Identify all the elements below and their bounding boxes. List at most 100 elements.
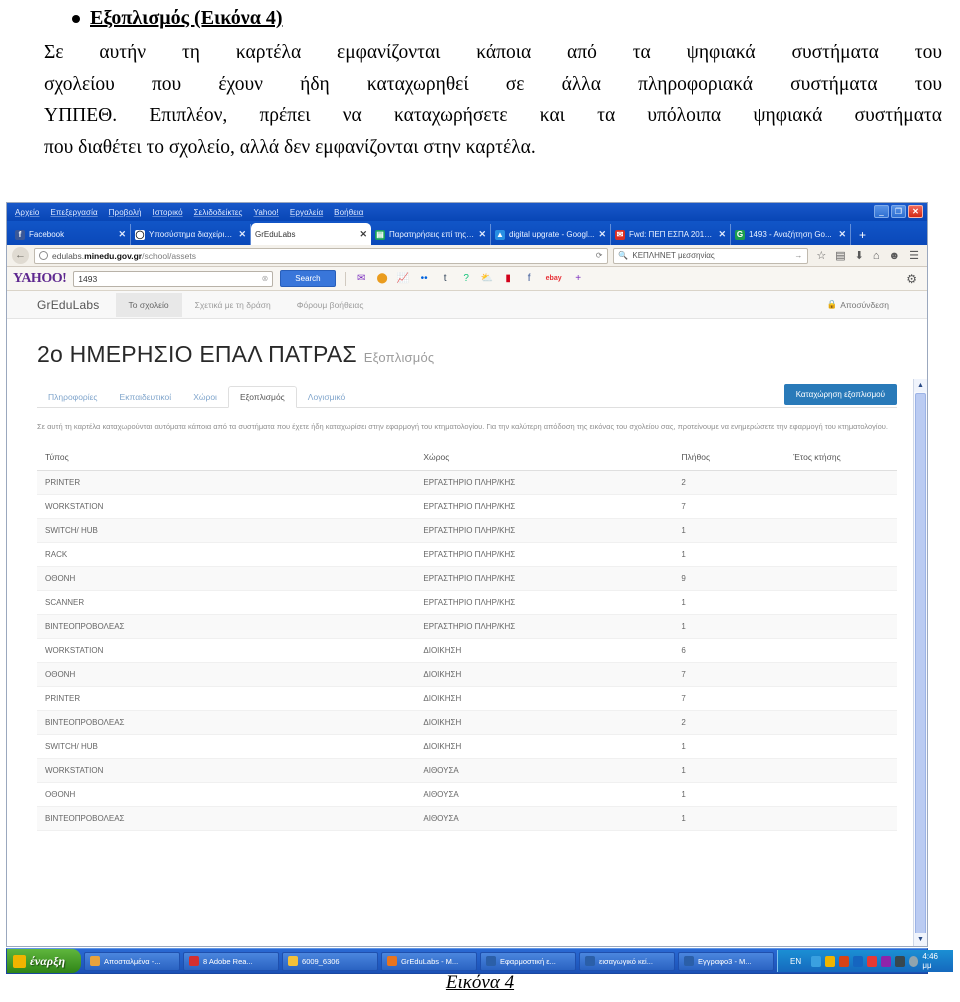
scrollbar-thumb[interactable] [915, 393, 926, 946]
download-icon[interactable]: ⬇ [855, 249, 864, 262]
menu-item-1[interactable]: Επεξεργασία [50, 208, 97, 217]
new-tab-button[interactable]: + [851, 225, 874, 245]
menu-item-7[interactable]: Βοήθεια [334, 208, 363, 217]
scroll-down-arrow-icon[interactable]: ▼ [914, 933, 927, 946]
table-row[interactable]: ΒΙΝΤΕΟΠΡΟΒΟΛΕΑΣ ΑΙΘΟΥΣΑ 1 [37, 806, 897, 832]
content-tab-3[interactable]: Εξοπλισμός [227, 386, 297, 408]
app-brand[interactable]: GrEduLabs [37, 298, 116, 312]
browser-tab-5[interactable]: ✉ Fwd: ΠΕΠ ΕΣΠΑ 2014... ✕ [611, 224, 731, 245]
table-row[interactable]: ΒΙΝΤΕΟΠΡΟΒΟΛΕΑΣ ΔΙΟΙΚΗΣΗ 2 [37, 710, 897, 736]
taskbar-item-5[interactable]: εισαγωγικό κεί... [579, 951, 676, 971]
clock[interactable]: 4:46 μμ [922, 952, 946, 970]
menu-item-0[interactable]: Αρχείο [15, 208, 39, 217]
users-icon[interactable] [880, 955, 891, 967]
messenger-icon[interactable] [825, 955, 835, 967]
tab-close-icon[interactable]: ✕ [238, 229, 246, 240]
table-row[interactable]: SCANNER ΕΡΓΑΣΤΗΡΙΟ ΠΛΗΡ/ΚΗΣ 1 [37, 590, 897, 616]
browser-tab-0[interactable]: f Facebook ✕ [11, 224, 131, 245]
tab-close-icon[interactable]: ✕ [718, 229, 726, 240]
column-header-type[interactable]: Τύπος [37, 447, 416, 472]
taskbar-item-2[interactable]: 6009_6306 [282, 951, 379, 971]
nav-item-school[interactable]: Το σχολείο [115, 292, 182, 317]
search-go-icon[interactable]: → [794, 251, 803, 260]
content-tab-2[interactable]: Χώροι [182, 387, 228, 407]
column-header-year[interactable]: Έτος κτήσης [785, 447, 897, 472]
add-equipment-button[interactable]: Καταχώρηση εξοπλισμού [783, 384, 897, 405]
menu-item-2[interactable]: Προβολή [109, 208, 142, 217]
content-tab-4[interactable]: Λογισμικό [297, 387, 356, 407]
back-button[interactable]: ← [12, 247, 29, 264]
yahoo-sports-icon[interactable]: ⬤ [376, 272, 389, 285]
taskbar-item-1[interactable]: 8 Adobe Rea... [183, 951, 280, 971]
reader-icon[interactable]: ▤ [835, 249, 845, 262]
restore-button[interactable]: ❐ [891, 205, 906, 218]
column-header-count[interactable]: Πλήθος [673, 447, 786, 472]
browser-tab-1[interactable]: ◯ Υποσύστημα διαχείρισ... ✕ [131, 224, 251, 245]
tab-close-icon[interactable]: ✕ [598, 229, 606, 240]
content-tab-0[interactable]: Πληροφορίες [37, 387, 109, 407]
reload-button[interactable]: ⟳ [596, 251, 604, 260]
menu-item-3[interactable]: Ιστορικό [153, 208, 183, 217]
browser-tab-2[interactable]: GrEduLabs ✕ [251, 223, 371, 245]
tab-close-icon[interactable]: ✕ [478, 229, 486, 240]
window-controls[interactable]: _ ❐ ✕ [874, 205, 923, 218]
table-row[interactable]: ΒΙΝΤΕΟΠΡΟΒΟΛΕΑΣ ΕΡΓΑΣΤΗΡΙΟ ΠΛΗΡ/ΚΗΣ 1 [37, 614, 897, 640]
add-icon[interactable]: + [572, 272, 585, 285]
facebook-icon[interactable]: f [523, 272, 536, 285]
nav-item-about[interactable]: Σχετικά με τη δράση [182, 293, 284, 317]
clear-icon[interactable]: ⊗ [262, 274, 269, 283]
table-row[interactable]: PRINTER ΔΙΟΙΚΗΣΗ 7 [37, 686, 897, 712]
tumblr-icon[interactable]: t [439, 272, 452, 285]
browser-toolbar-icons[interactable]: ☆ ▤ ⬇ ⌂ ☻ ☰ [813, 249, 922, 263]
yahoo-mail-icon[interactable]: ✉ [355, 272, 368, 285]
yahoo-search-button[interactable]: Search [280, 270, 336, 287]
volume-icon[interactable] [908, 955, 919, 967]
browser-tab-6[interactable]: G 1493 - Αναζήτηση Go... ✕ [731, 224, 851, 245]
tab-close-icon[interactable]: ✕ [838, 229, 846, 240]
weather-icon[interactable]: ⛅ [481, 272, 494, 285]
yahoo-answers-icon[interactable]: ? [460, 272, 473, 285]
ebay-icon[interactable]: ebay [544, 272, 564, 285]
menu-item-5[interactable]: Yahoo! [254, 208, 279, 217]
browser-tab-strip[interactable]: f Facebook ✕ ◯ Υποσύστημα διαχείρισ... ✕ GrEdu… [7, 221, 927, 245]
table-row[interactable]: ΟΘΟΝΗ ΔΙΟΙΚΗΣΗ 7 [37, 662, 897, 688]
taskbar-window-list[interactable]: Αποσταλμένα -... 8 Adobe Rea... 6009_6306 G… [84, 951, 775, 971]
yahoo-search-input[interactable]: 1493 ⊗ [73, 270, 274, 287]
system-tray[interactable]: EN 4:46 μμ [777, 950, 953, 972]
gear-icon[interactable]: ⚙ [906, 272, 921, 286]
table-row[interactable]: WORKSTATION ΕΡΓΑΣΤΗΡΙΟ ΠΛΗΡ/ΚΗΣ 7 [37, 494, 897, 520]
browser-menu-bar[interactable]: Αρχείο Επεξεργασία Προβολή Ιστορικό Σελιδοδε… [7, 208, 364, 217]
bookmark-icon[interactable]: ▮ [502, 272, 515, 285]
table-row[interactable]: WORKSTATION ΑΙΘΟΥΣΑ 1 [37, 758, 897, 784]
flickr-icon[interactable]: •• [418, 272, 431, 285]
browser-tab-3[interactable]: ▤ Παρατηρήσεις επί της ... ✕ [371, 224, 491, 245]
nav-item-forum[interactable]: Φόρουμ βοήθειας [284, 293, 377, 317]
home-icon[interactable]: ⌂ [873, 250, 880, 262]
column-header-room[interactable]: Χώρος [415, 447, 674, 472]
close-button[interactable]: ✕ [908, 205, 923, 218]
menu-icon[interactable]: ☰ [909, 249, 919, 262]
sync-icon[interactable] [852, 955, 863, 967]
table-row[interactable]: ΟΘΟΝΗ ΑΙΘΟΥΣΑ 1 [37, 782, 897, 808]
table-row[interactable]: RACK ΕΡΓΑΣΤΗΡΙΟ ΠΛΗΡ/ΚΗΣ 1 [37, 542, 897, 568]
menu-item-6[interactable]: Εργαλεία [290, 208, 323, 217]
yahoo-finance-icon[interactable]: 📈 [397, 272, 410, 285]
table-row[interactable]: PRINTER ΕΡΓΑΣΤΗΡΙΟ ΠΛΗΡ/ΚΗΣ 2 [37, 470, 897, 496]
taskbar-item-3[interactable]: GrEduLabs - M... [381, 951, 478, 971]
app-icon[interactable] [894, 955, 905, 967]
download-icon[interactable] [838, 955, 849, 967]
page-scrollbar[interactable]: ▲ ▼ [913, 379, 927, 946]
menu-item-4[interactable]: Σελιδοδείκτες [194, 208, 243, 217]
content-tab-row[interactable]: Πληροφορίες Εκπαιδευτικοί Χώροι Εξοπλισμός Λ… [37, 384, 897, 408]
browser-tab-4[interactable]: ▲ digital upgrate - Googl... ✕ [491, 224, 611, 245]
shield-icon[interactable] [866, 955, 877, 967]
taskbar-item-4[interactable]: Εφαρμοστική ε... [480, 951, 577, 971]
taskbar-item-6[interactable]: Εγγραφο3 - M... [678, 951, 775, 971]
address-bar[interactable]: edulabs.minedu.gov.gr/school/assets ⟳ [34, 247, 609, 264]
browser-search-box[interactable]: 🔍 ΚΕΠΛΗΝΕΤ μεσσηνίας → [613, 247, 809, 264]
logout-link[interactable]: 🔒 Αποσύνδεση [827, 299, 927, 310]
minimize-button[interactable]: _ [874, 205, 889, 218]
tab-close-icon[interactable]: ✕ [118, 229, 126, 240]
yahoo-shortcut-icons[interactable]: ✉ ⬤ 📈 •• t? ⛅ ▮ f ebay + [355, 272, 585, 285]
taskbar-item-0[interactable]: Αποσταλμένα -... [84, 951, 181, 971]
